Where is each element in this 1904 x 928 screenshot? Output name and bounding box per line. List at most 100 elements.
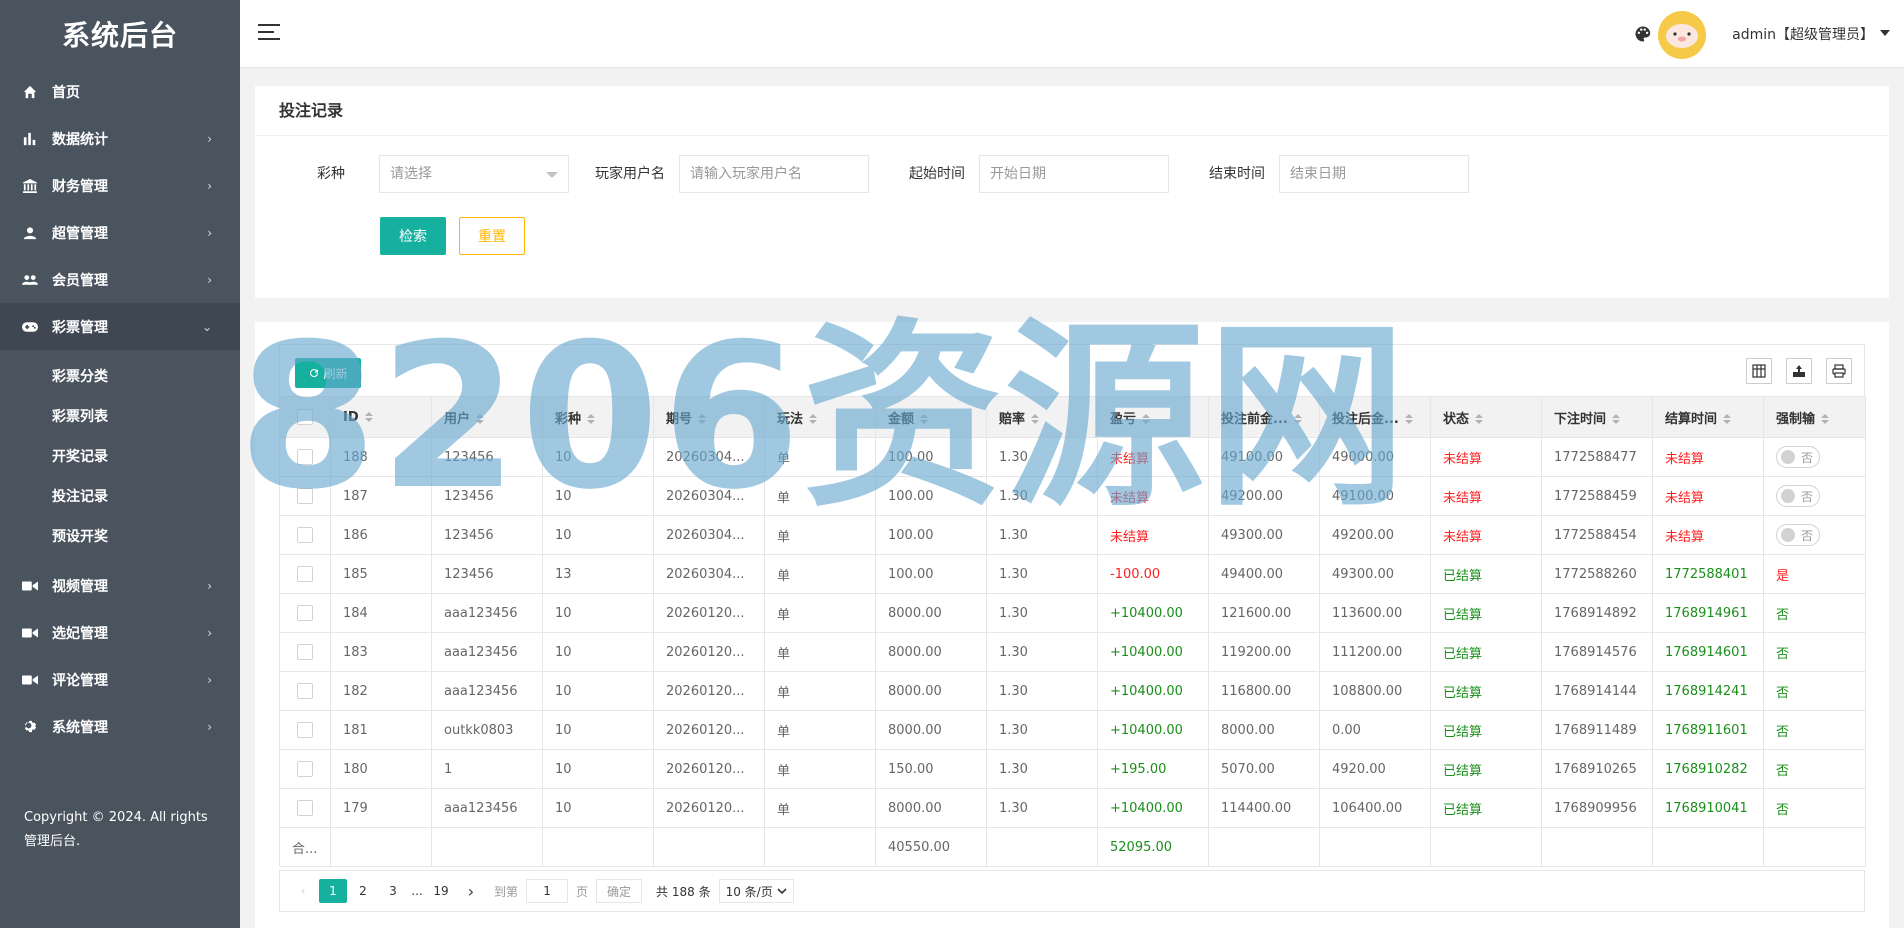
- chevron-icon: ⌄: [201, 319, 212, 334]
- page-number[interactable]: 2: [349, 879, 377, 903]
- row-checkbox[interactable]: [297, 761, 313, 777]
- table-row[interactable]: 182 aaa123456 10 20260120... 单 8000.00 1.30 +10…: [279, 671, 1866, 711]
- cell-settle_time: 未结算: [1652, 476, 1764, 516]
- end-date-input[interactable]: 结束日期: [1279, 155, 1469, 193]
- column-header[interactable]: 玩法: [764, 396, 876, 438]
- table-row[interactable]: 184 aaa123456 10 20260120... 单 8000.00 1.30 +10…: [279, 593, 1866, 633]
- sort-icon[interactable]: [1142, 414, 1151, 424]
- sort-icon[interactable]: [1475, 414, 1484, 424]
- sort-icon[interactable]: [1723, 414, 1732, 424]
- sort-icon[interactable]: [1031, 414, 1040, 424]
- column-header-label: 彩种: [555, 411, 582, 427]
- sidebar-item-8[interactable]: 评论管理 ›: [0, 656, 240, 703]
- table-row[interactable]: 187 123456 10 20260304... 单 100.00 1.30 未结算 4920…: [279, 476, 1866, 516]
- sidebar-item-5[interactable]: 彩票管理 ⌄: [0, 303, 240, 350]
- row-checkbox[interactable]: [297, 605, 313, 621]
- column-header[interactable]: 状态: [1430, 396, 1542, 438]
- sidebar-subitem[interactable]: 预设开奖: [0, 516, 240, 556]
- row-checkbox[interactable]: [297, 488, 313, 504]
- goto-page-input[interactable]: 1: [526, 879, 569, 903]
- table-total-row: 合... 40550.00 52095.00: [279, 827, 1866, 867]
- username-input[interactable]: 请输入玩家用户名: [679, 155, 869, 193]
- sort-icon[interactable]: [809, 414, 818, 424]
- page-size-select[interactable]: 10 条/页: [718, 879, 794, 903]
- row-checkbox[interactable]: [297, 566, 313, 582]
- force-lose-toggle[interactable]: 否: [1776, 485, 1820, 507]
- user-menu[interactable]: admin【超级管理员】: [1732, 24, 1874, 44]
- table-row[interactable]: 186 123456 10 20260304... 单 100.00 1.30 未结算 4930…: [279, 515, 1866, 555]
- sidebar-item-1[interactable]: 数据统计 ›: [0, 115, 240, 162]
- table-row[interactable]: 188 123456 10 20260304... 单 100.00 1.30 未结算 4910…: [279, 437, 1866, 477]
- sort-icon[interactable]: [1404, 414, 1413, 424]
- sort-icon[interactable]: [587, 414, 596, 424]
- goto-confirm-button[interactable]: 确定: [596, 879, 643, 903]
- row-checkbox[interactable]: [297, 449, 313, 465]
- sidebar-item-3[interactable]: 超管管理 ›: [0, 209, 240, 256]
- sort-icon[interactable]: [1293, 414, 1302, 424]
- print-icon[interactable]: [1826, 358, 1852, 384]
- columns-filter-icon[interactable]: [1746, 358, 1772, 384]
- table-row[interactable]: 185 123456 13 20260304... 单 100.00 1.30 -100.00…: [279, 554, 1866, 594]
- search-button[interactable]: 检索: [380, 217, 446, 255]
- column-header[interactable]: 投注后金...: [1319, 396, 1431, 438]
- chevron-down-icon[interactable]: [1880, 30, 1890, 36]
- sort-icon[interactable]: [698, 414, 707, 424]
- cell-settle_time: 1768914601: [1652, 632, 1764, 672]
- sort-icon[interactable]: [1612, 414, 1621, 424]
- column-header[interactable]: 期号: [653, 396, 765, 438]
- export-icon[interactable]: [1786, 358, 1812, 384]
- sort-icon[interactable]: [1821, 414, 1830, 424]
- reset-button[interactable]: 重置: [459, 217, 525, 255]
- lottery-select[interactable]: 请选择: [379, 155, 569, 193]
- row-checkbox[interactable]: [297, 800, 313, 816]
- column-header[interactable]: 下注时间: [1541, 396, 1653, 438]
- page-number[interactable]: 1: [319, 879, 347, 903]
- sidebar-subitem[interactable]: 投注记录: [0, 476, 240, 516]
- column-header[interactable]: 用户: [431, 396, 543, 438]
- sidebar-subitem[interactable]: 开奖记录: [0, 436, 240, 476]
- start-date-input[interactable]: 开始日期: [979, 155, 1169, 193]
- column-header[interactable]: 金额: [875, 396, 987, 438]
- table-row[interactable]: 179 aaa123456 10 20260120... 单 8000.00 1.30 +10…: [279, 788, 1866, 828]
- column-header[interactable]: 彩种: [542, 396, 654, 438]
- column-header[interactable]: 强制输: [1763, 396, 1866, 438]
- column-header[interactable]: ID: [330, 396, 432, 438]
- column-header[interactable]: 赔率: [986, 396, 1098, 438]
- page-number[interactable]: 19: [427, 879, 455, 903]
- refresh-button[interactable]: 刷新: [295, 358, 361, 388]
- sidebar-subitem[interactable]: 彩票分类: [0, 356, 240, 396]
- sidebar-item-0[interactable]: 首页: [0, 68, 240, 115]
- cell-settle_time: 未结算: [1652, 515, 1764, 555]
- row-checkbox[interactable]: [297, 644, 313, 660]
- column-header[interactable]: 投注前金...: [1208, 396, 1320, 438]
- table-row[interactable]: 180 1 10 20260120... 单 150.00 1.30 +195.00 5070.…: [279, 749, 1866, 789]
- table-row[interactable]: 183 aaa123456 10 20260120... 单 8000.00 1.30 +10…: [279, 632, 1866, 672]
- sidebar-subitem[interactable]: 彩票列表: [0, 396, 240, 436]
- sidebar-item-2[interactable]: 财务管理 ›: [0, 162, 240, 209]
- table-row[interactable]: 181 outkk0803 10 20260120... 单 8000.00 1.30 +10…: [279, 710, 1866, 750]
- column-header[interactable]: 盈亏: [1097, 396, 1209, 438]
- sidebar-item-7[interactable]: 选妃管理 ›: [0, 609, 240, 656]
- sidebar-item-4[interactable]: 会员管理 ›: [0, 256, 240, 303]
- prev-page-icon[interactable]: ‹: [289, 879, 317, 903]
- row-checkbox[interactable]: [297, 527, 313, 543]
- cell-bet_time: 1768914144: [1541, 671, 1653, 711]
- avatar[interactable]: [1658, 11, 1706, 59]
- row-checkbox[interactable]: [297, 722, 313, 738]
- force-lose-toggle[interactable]: 否: [1776, 446, 1820, 468]
- search-panel: 投注记录 彩种 请选择 玩家用户名 请输入玩家用户名 起始时间 开始日期 结束时…: [255, 86, 1889, 298]
- pagination: ‹ 1 2 3... 19 › 到第 1 页 确定 共 188 条 10 条/页: [279, 870, 1865, 912]
- select-all-checkbox[interactable]: [297, 409, 313, 425]
- force-lose-toggle[interactable]: 否: [1776, 524, 1820, 546]
- menu-toggle-icon[interactable]: [258, 24, 280, 42]
- sort-icon[interactable]: [476, 414, 485, 424]
- row-checkbox[interactable]: [297, 683, 313, 699]
- column-header[interactable]: 结算时间: [1652, 396, 1764, 438]
- sidebar-item-9[interactable]: 系统管理 ›: [0, 703, 240, 750]
- sort-icon[interactable]: [920, 414, 929, 424]
- palette-icon[interactable]: [1634, 25, 1652, 43]
- next-page-icon[interactable]: ›: [457, 879, 485, 903]
- sidebar-item-6[interactable]: 视频管理 ›: [0, 562, 240, 609]
- sort-icon[interactable]: [364, 412, 373, 422]
- page-number[interactable]: 3: [379, 879, 407, 903]
